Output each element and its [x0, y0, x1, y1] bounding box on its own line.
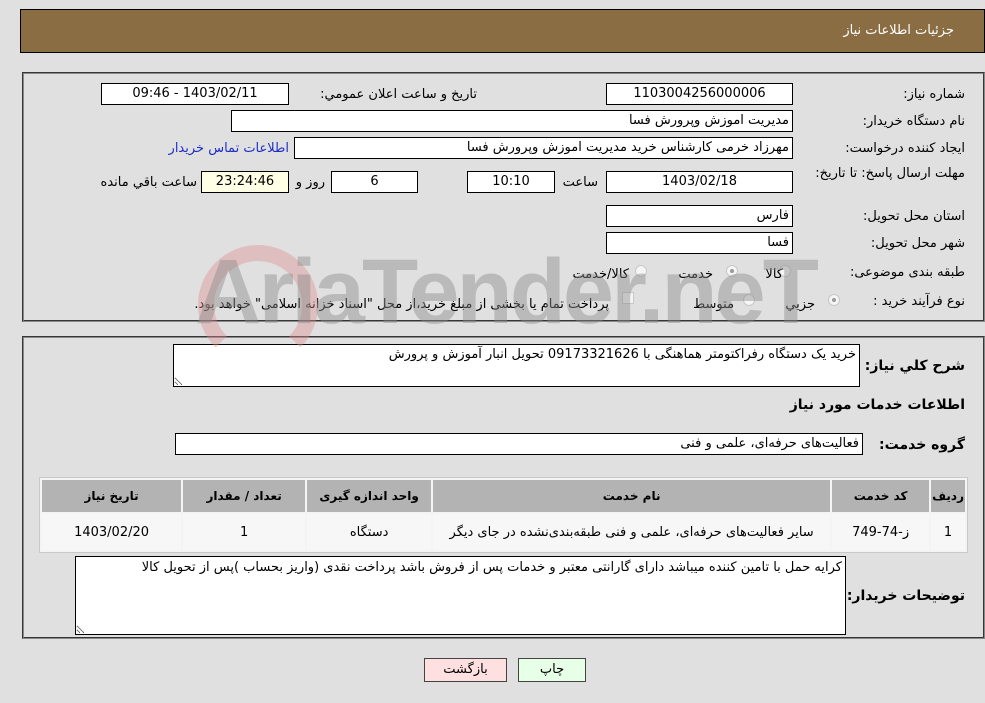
category-radio-goods-service[interactable]: [635, 265, 647, 277]
need-number-field: 1103004256000006: [606, 83, 793, 105]
announce-label: تاریخ و ساعت اعلان عمومي:: [320, 87, 477, 102]
cell-unit: دستگاه: [307, 514, 432, 550]
city-label: شهر محل تحویل:: [870, 236, 965, 251]
col-service-name: نام خدمت: [433, 480, 831, 512]
service-group-field: فعالیت‌های حرفه‌ای، علمی و فنی: [175, 433, 863, 455]
remaining-time-label: ساعت باقي مانده: [100, 175, 197, 190]
category-option-goods-service: کالا/خدمت: [572, 267, 629, 282]
col-quantity: تعداد / مقدار: [183, 480, 306, 512]
cell-need-date: 1403/02/20: [42, 514, 182, 550]
back-button[interactable]: بازگشت: [424, 658, 507, 682]
buyer-notes-textarea[interactable]: کرایه حمل با تامین کننده میباشد دارای گا…: [75, 556, 846, 635]
deadline-label: مهلت ارسال پاسخ: تا تاریخ:: [815, 166, 965, 181]
remaining-days-field: 6: [331, 171, 418, 193]
page-title: جزئیات اطلاعات نیاز: [843, 23, 954, 38]
col-service-code: کد خدمت: [832, 480, 930, 512]
category-option-goods: کالا: [765, 267, 783, 282]
deadline-date-field: 1403/02/18: [606, 171, 793, 193]
days-label: روز و: [295, 175, 325, 190]
need-number-label: شماره نیاز:: [903, 87, 965, 102]
city-field: فسا: [606, 232, 793, 254]
buyer-notes-label: توضیحات خریدار:: [846, 588, 965, 604]
services-table: ردیف کد خدمت نام خدمت واحد اندازه گیری ت…: [39, 477, 968, 553]
service-group-label: گروه خدمت:: [879, 437, 965, 453]
cell-quantity: 1: [183, 514, 306, 550]
process-option-minor: جزیي: [785, 297, 815, 312]
category-radio-service[interactable]: [726, 265, 738, 277]
process-radio-minor[interactable]: [828, 294, 840, 306]
announce-datetime-field: 1403/02/11 - 09:46: [101, 83, 289, 105]
process-radio-medium[interactable]: [743, 294, 755, 306]
cell-service-name: سایر فعالیت‌های حرفه‌ای، علمی و فنی طبقه…: [433, 514, 831, 550]
description-textarea[interactable]: خرید یک دستگاه رفراکتومتر هماهنگی با 091…: [173, 344, 860, 387]
col-need-date: تاریخ نیاز: [42, 480, 182, 512]
treasury-checkbox[interactable]: [622, 292, 634, 304]
buyer-org-field: مدیریت اموزش وپرورش فسا: [231, 110, 793, 132]
creator-field: مهرزاد خرمی کارشناس خرید مدیریت اموزش وپ…: [294, 137, 793, 159]
deadline-time-label: ساعت: [562, 175, 598, 190]
table-row: 1 ز-74-749 سایر فعالیت‌های حرفه‌ای، علمی…: [42, 514, 965, 550]
category-label: طبقه بندی موضوعی:: [849, 265, 965, 280]
province-label: استان محل تحویل:: [863, 209, 965, 224]
services-table-header: ردیف کد خدمت نام خدمت واحد اندازه گیری ت…: [42, 480, 965, 512]
cell-row-number: 1: [931, 514, 965, 550]
remaining-time-field: 23:24:46: [201, 171, 289, 193]
col-row-number: ردیف: [931, 480, 965, 512]
buyer-contact-link[interactable]: اطلاعات تماس خریدار: [169, 141, 289, 156]
buyer-org-label: نام دستگاه خریدار:: [862, 114, 965, 129]
creator-label: ایجاد کننده درخواست:: [845, 141, 965, 156]
category-option-service: خدمت: [678, 267, 713, 282]
col-unit: واحد اندازه گیری: [307, 480, 432, 512]
description-label: شرح کلي نیاز:: [864, 358, 965, 374]
treasury-checkbox-label: پرداخت تمام یا بخشی از مبلغ خرید،از محل …: [194, 297, 609, 312]
page-header: جزئیات اطلاعات نیاز: [20, 9, 985, 53]
services-section-title: اطلاعات خدمات مورد نیاز: [789, 397, 965, 413]
print-button[interactable]: چاپ: [518, 658, 586, 682]
process-type-label: نوع فرآیند خرید :: [873, 294, 965, 309]
process-option-medium: متوسط: [693, 297, 734, 312]
deadline-time-field: 10:10: [467, 171, 555, 193]
province-field: فارس: [606, 205, 793, 227]
cell-service-code: ز-74-749: [832, 514, 930, 550]
